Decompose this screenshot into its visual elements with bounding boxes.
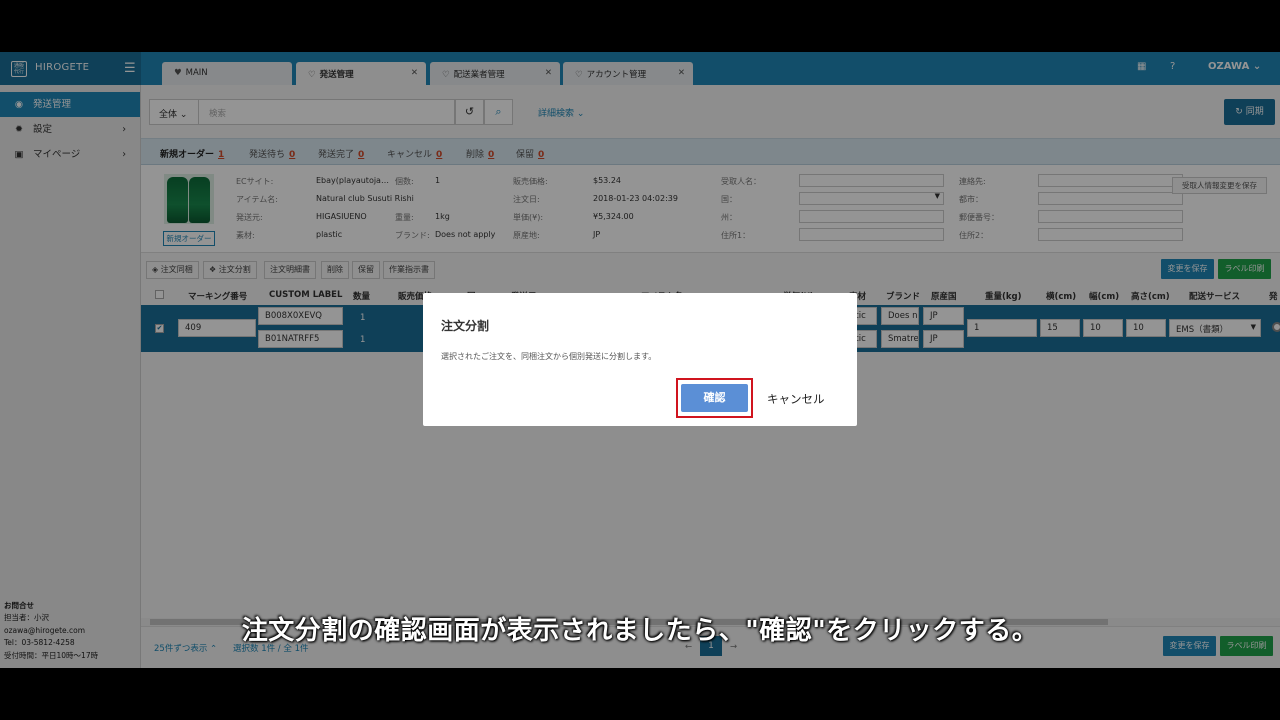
dialog-title: 注文分割 — [441, 319, 490, 333]
confirm-highlight: 確認 — [676, 378, 753, 418]
app-window: 通販 代行 HIROGETE ☰ ♥ MAIN ♡ 発送管理 ✕ ♡ 配送業者管理 ✕ ♡… — [0, 52, 1280, 668]
split-order-dialog: 注文分割 選択されたご注文を、同梱注文から個別発送に分割します。 確認 キャンセ… — [423, 293, 857, 426]
cancel-button[interactable]: キャンセル — [767, 391, 825, 407]
caption-subtitle: 注文分割の確認画面が表示されましたら、"確認"をクリックする。 — [241, 616, 1039, 646]
confirm-button[interactable]: 確認 — [681, 384, 748, 412]
dialog-message: 選択されたご注文を、同梱注文から個別発送に分割します。 — [441, 352, 657, 361]
